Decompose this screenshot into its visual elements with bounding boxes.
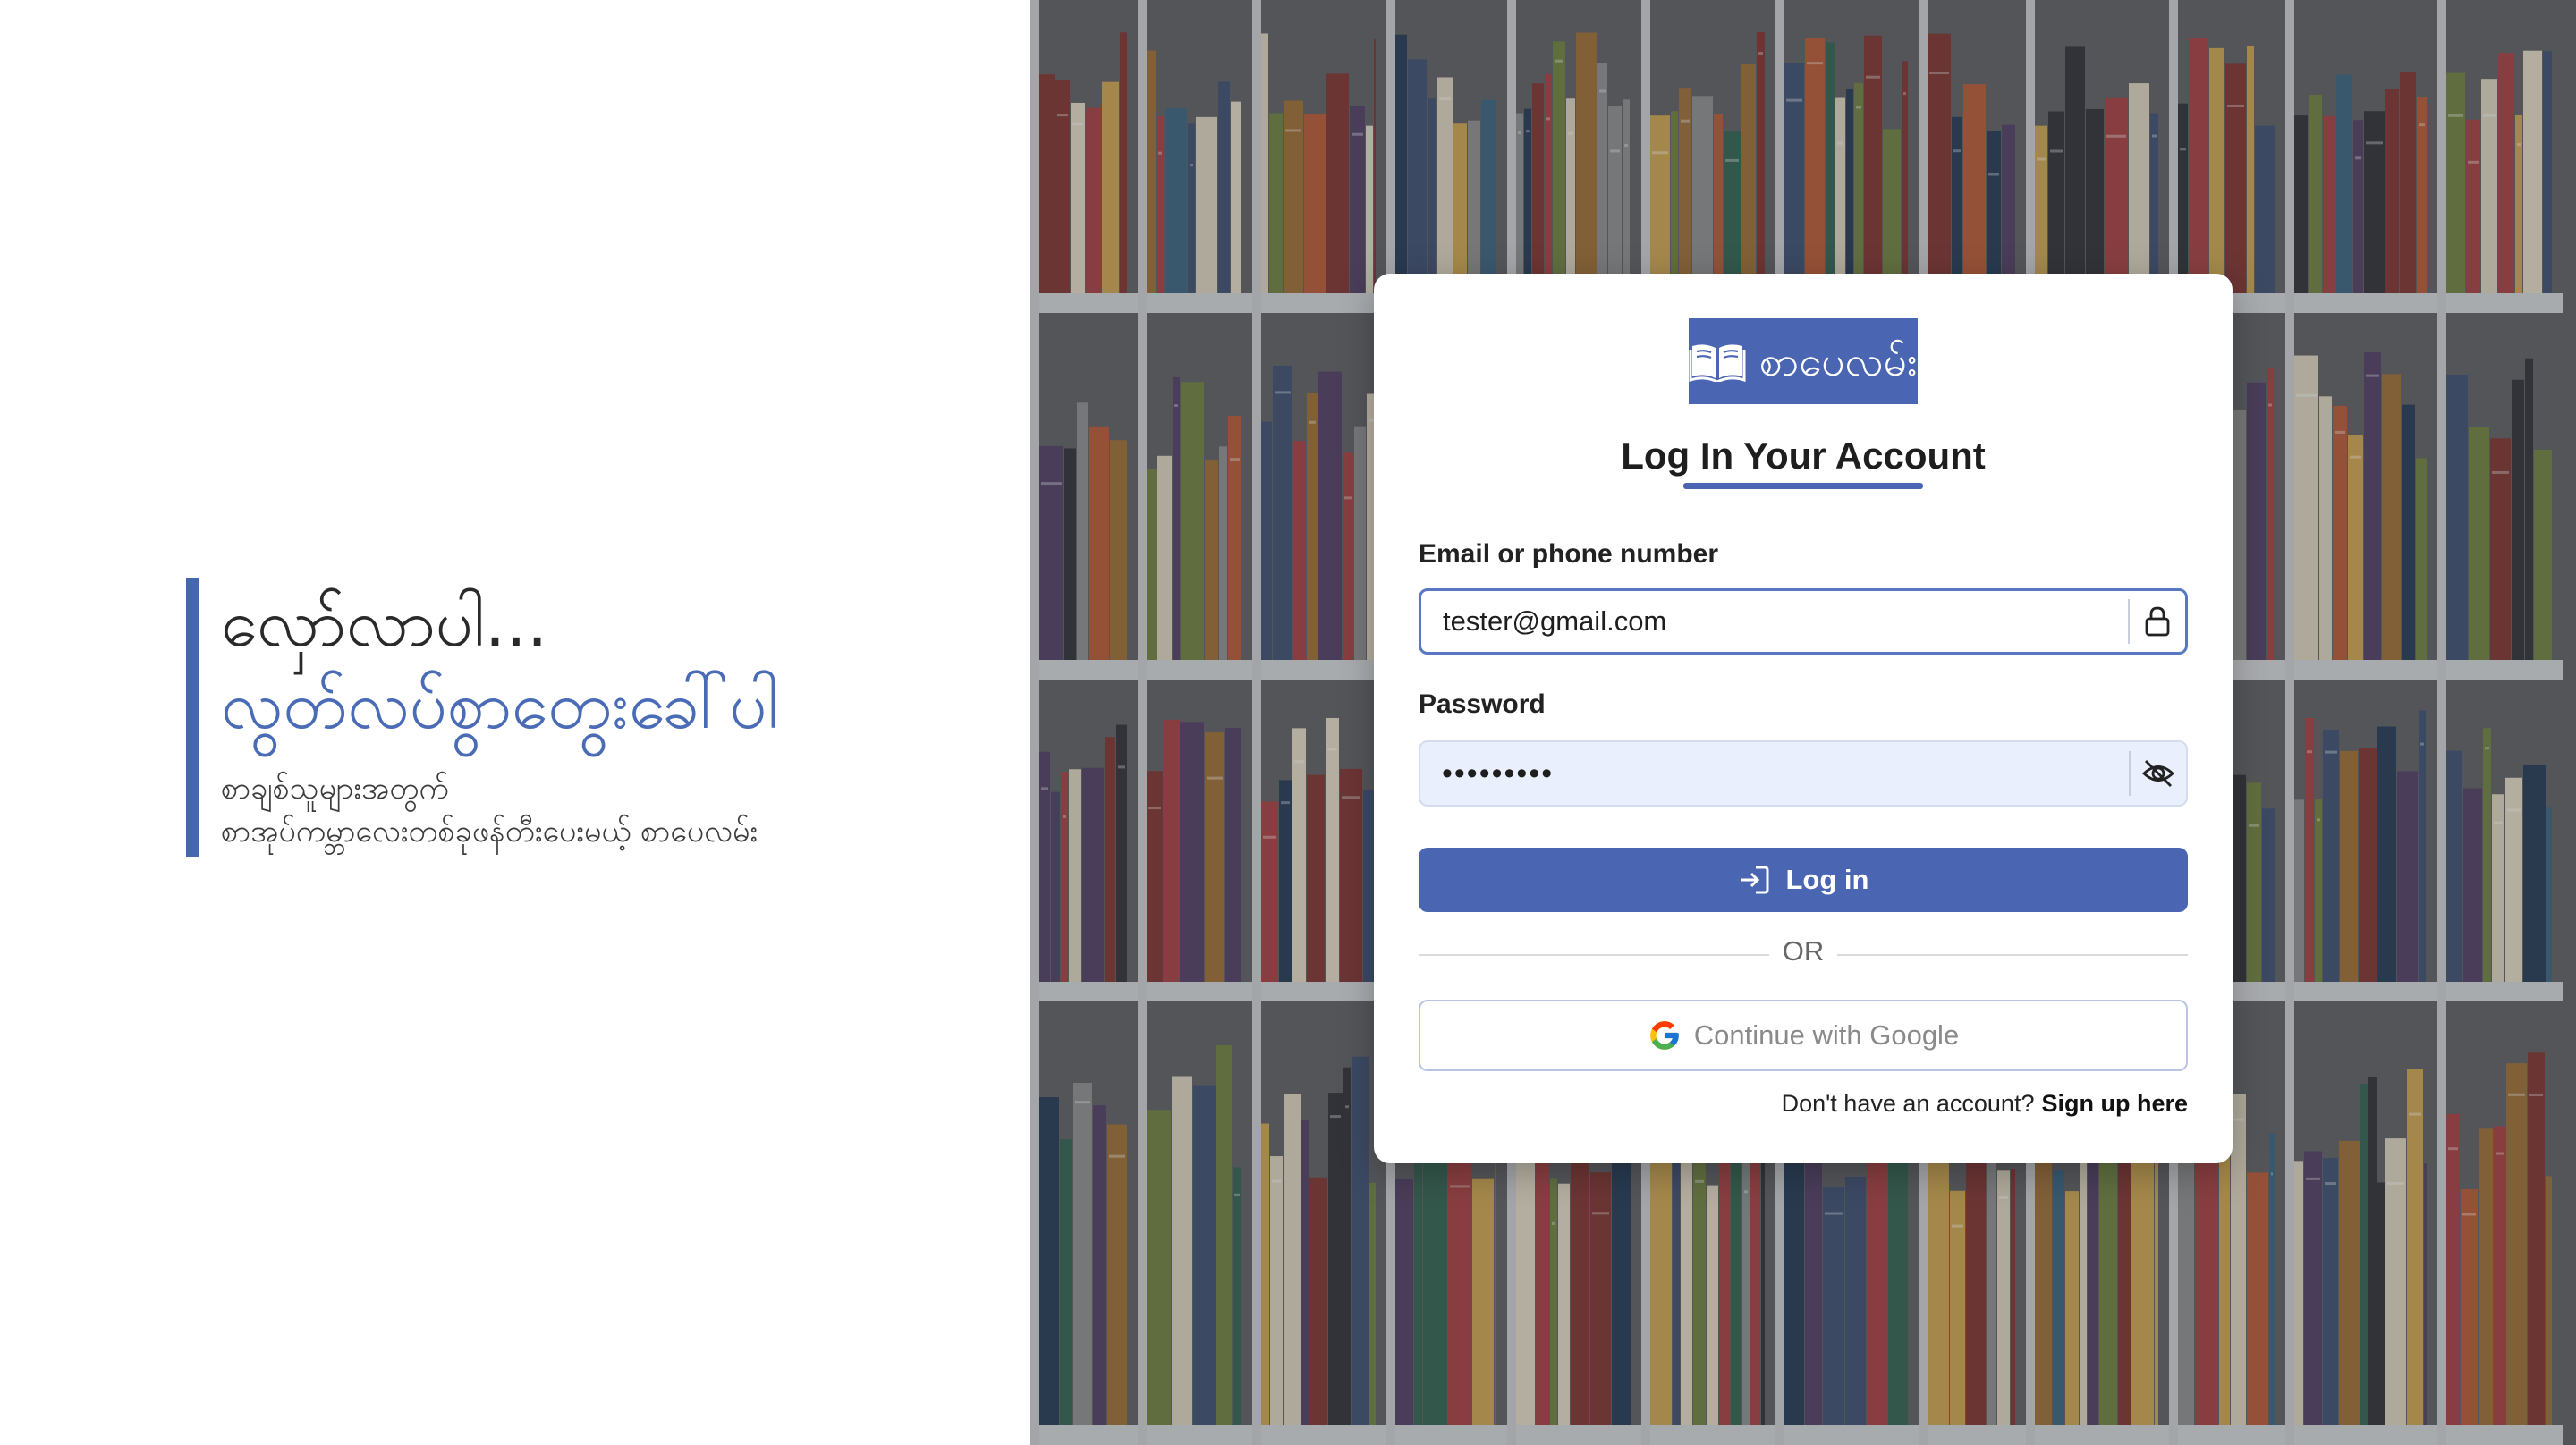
google-icon: [1649, 1021, 1679, 1050]
divider-line-left: [1419, 954, 1769, 956]
hero-subtitle-line1: စာချစ်သူများအတွက်: [221, 771, 449, 807]
login-arrow-icon: [1740, 866, 1768, 894]
email-input[interactable]: [1421, 591, 2128, 652]
google-signin-button[interactable]: Continue with Google: [1419, 1000, 2188, 1071]
password-label: Password: [1419, 689, 1546, 719]
signup-link[interactable]: Sign up here: [2041, 1090, 2188, 1117]
hero-heading-line2: လွတ်လပ်စွာတွေးခေါ်ပါ: [221, 667, 779, 744]
signup-prompt: Don't have an account?: [1781, 1090, 2035, 1117]
brand-logo: စာပေလမ်း: [1689, 318, 1918, 404]
login-title: Log In Your Account: [1621, 435, 1986, 477]
password-input[interactable]: [1420, 742, 2129, 805]
brand-logo-text: စာပေလမ်း: [1758, 337, 1918, 385]
eye-off-icon[interactable]: [2129, 751, 2186, 796]
hero-section: လှော်လာပါ... လွတ်လပ်စွာတွေးခေါ်ပါ စာချစ်…: [186, 578, 1018, 857]
google-button-label: Continue with Google: [1693, 1019, 1960, 1051]
signup-row: Don't have an account? Sign up here: [1782, 1086, 2188, 1121]
title-underline: [1683, 483, 1923, 489]
password-field-wrapper: [1419, 740, 2188, 807]
hero-subtitle-line2: စာအုပ်ကမ္ဘာလေးတစ်ခုဖန်တီးပေးမယ့် စာပေလမ်…: [221, 814, 758, 849]
lock-icon: [2128, 599, 2185, 644]
open-book-icon: [1689, 344, 1746, 382]
login-button[interactable]: Log in: [1419, 848, 2188, 912]
hero-heading-line1: လှော်လာပါ...: [221, 585, 548, 662]
email-field-wrapper: [1419, 588, 2188, 655]
divider-line-right: [1837, 954, 2188, 956]
divider-or-text: OR: [1782, 935, 1825, 967]
login-button-label: Log in: [1785, 864, 1869, 895]
login-card: စာပေလမ်း Log In Your Account Email or ph…: [1374, 274, 2233, 1163]
email-label: Email or phone number: [1419, 539, 1719, 569]
